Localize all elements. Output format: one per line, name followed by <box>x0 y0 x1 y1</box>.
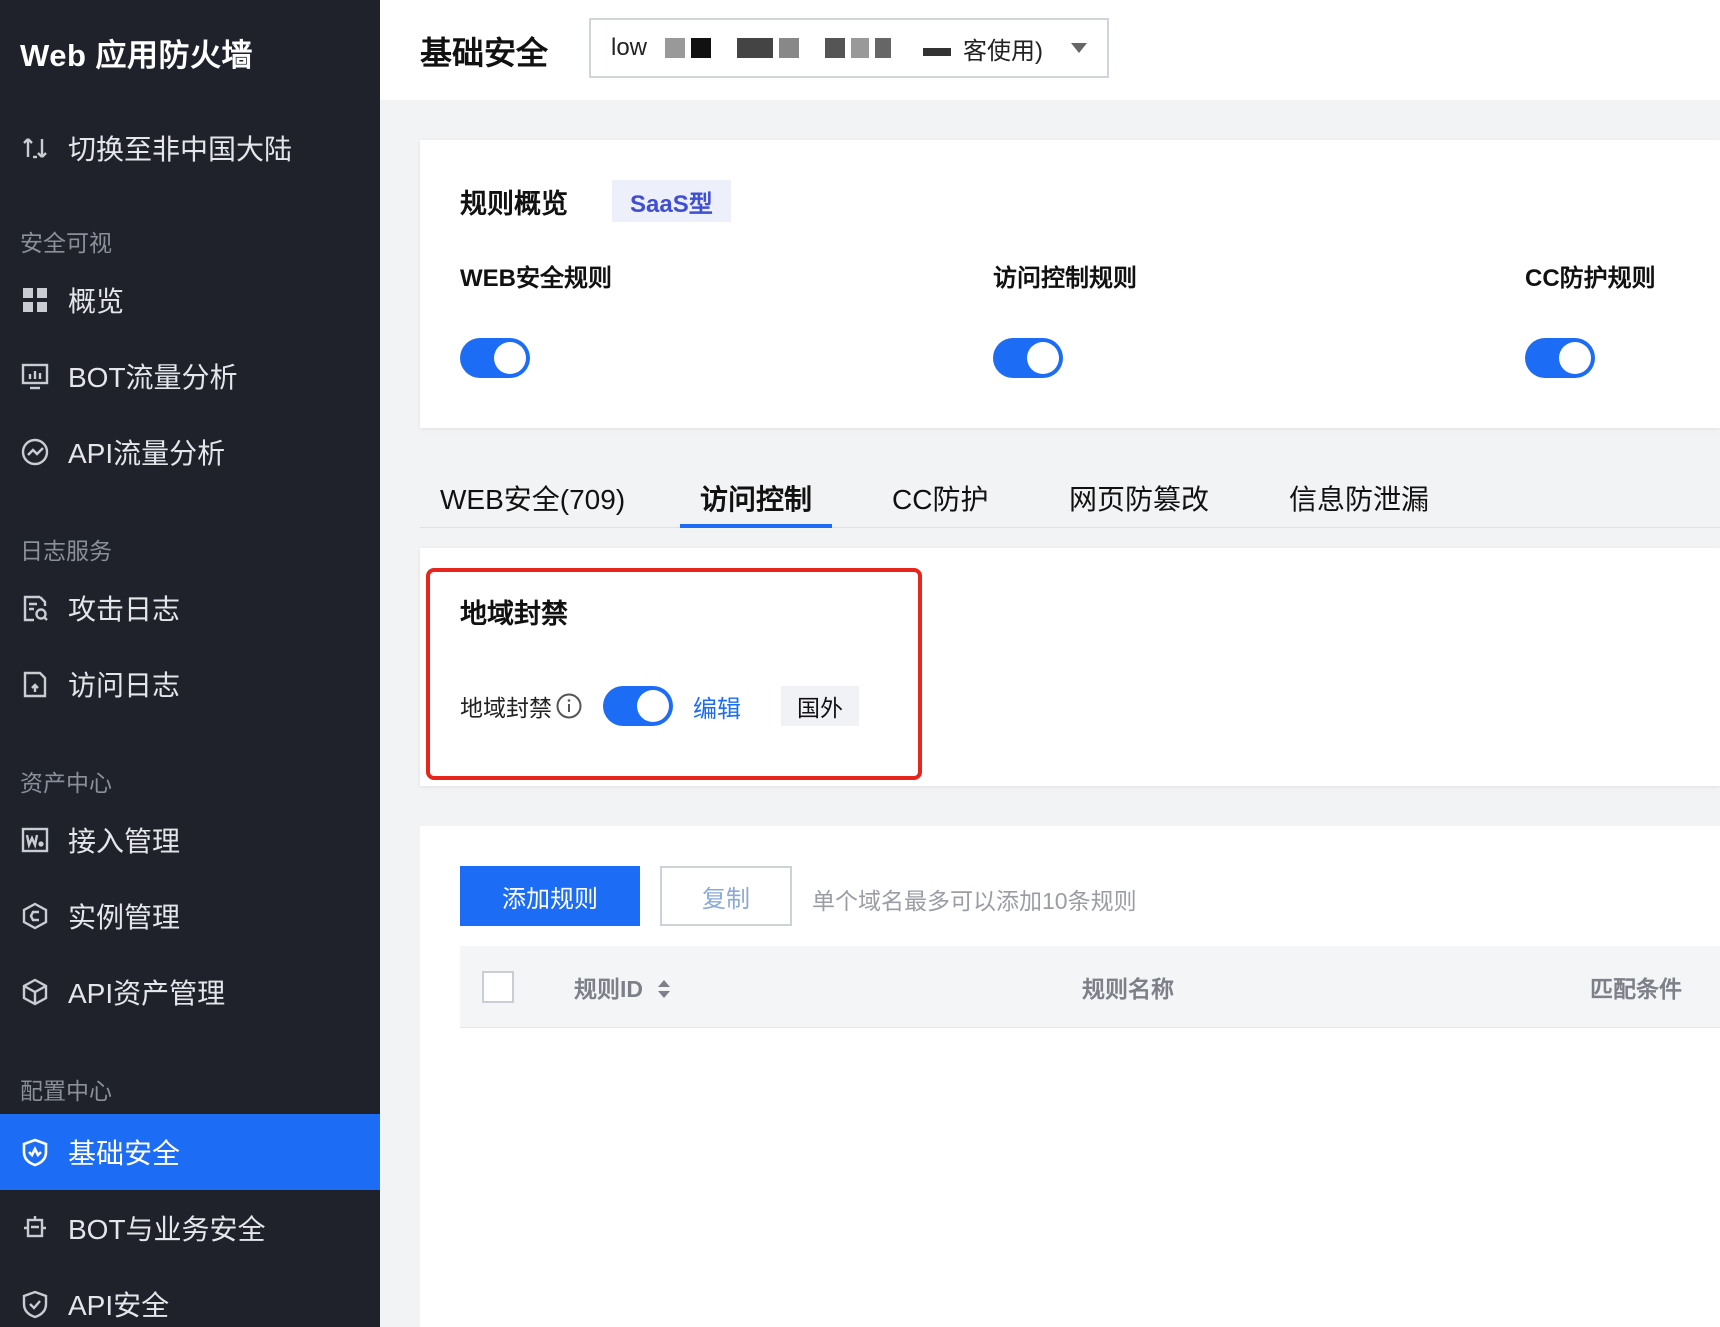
sidebar-item-label: BOT与业务安全 <box>68 1214 266 1245</box>
sidebar-item-label: 接入管理 <box>68 826 181 857</box>
sidebar-item-api-security[interactable]: API安全 <box>0 1266 380 1327</box>
cc-protection-toggle[interactable] <box>1525 338 1595 378</box>
sidebar-item-api-traffic[interactable]: API流量分析 <box>0 414 380 490</box>
top-header: 基础安全 low 客使用) <box>380 0 1720 100</box>
group-title-logs: 日志服务 <box>20 538 112 564</box>
switch-region-label: 切换至非中国大陆 <box>68 134 293 165</box>
switch-icon <box>20 133 50 163</box>
monitor-chart-icon <box>20 361 50 391</box>
sidebar-item-label: 概览 <box>68 286 125 317</box>
toggle-knob <box>494 342 526 374</box>
shield-pulse-icon <box>20 1137 50 1167</box>
rules-table-card: 添加规则 复制 单个域名最多可以添加10条规则 规则ID 规则名称 匹配条件 <box>420 826 1720 1327</box>
access-log-icon <box>20 669 50 699</box>
trend-circle-icon <box>20 437 50 467</box>
sidebar-item-label: API资产管理 <box>68 978 226 1009</box>
instance-select[interactable]: low 客使用) <box>589 18 1109 78</box>
sidebar-item-bot-traffic[interactable]: BOT流量分析 <box>0 338 380 414</box>
attack-log-icon <box>20 593 50 623</box>
sidebar-item-basic-security[interactable]: 基础安全 <box>0 1114 380 1190</box>
group-title-config: 配置中心 <box>20 1078 112 1104</box>
rule-access-control: 访问控制规则 <box>993 258 1137 378</box>
copy-button[interactable]: 复制 <box>660 866 792 926</box>
sidebar-item-label: BOT流量分析 <box>68 362 238 393</box>
column-label: 规则ID <box>574 976 643 1002</box>
rule-web-security: WEB安全规则 <box>460 258 612 378</box>
rule-overview-card: 规则概览 SaaS型 WEB安全规则 访问控制规则 CC防护规则 <box>420 140 1720 428</box>
page-title: 基础安全 <box>420 35 549 71</box>
select-all-checkbox[interactable] <box>482 971 514 1003</box>
rule-label: CC防护规则 <box>1525 265 1656 292</box>
table-header: 规则ID 规则名称 匹配条件 <box>460 946 1720 1028</box>
sidebar-item-label: 攻击日志 <box>68 594 181 625</box>
rule-label: 访问控制规则 <box>993 265 1137 292</box>
highlight-box <box>426 568 922 780</box>
column-header-match-condition: 匹配条件 <box>1590 976 1682 1002</box>
tab-access-control[interactable]: 访问控制 <box>700 478 812 518</box>
switch-region-link[interactable]: 切换至非中国大陆 <box>20 128 292 168</box>
sort-icon <box>658 980 670 998</box>
rule-label: WEB安全规则 <box>460 265 612 292</box>
cube-icon <box>20 977 50 1007</box>
sidebar-item-label: 基础安全 <box>68 1138 181 1169</box>
brand-title: Web 应用防火墙 <box>20 38 253 73</box>
rule-tabs: WEB安全(709) 访问控制 CC防护 网页防篡改 信息防泄漏 <box>420 468 1720 528</box>
grid-icon <box>20 285 50 315</box>
group-title-visual: 安全可视 <box>20 230 112 256</box>
bot-chip-icon <box>20 1213 50 1243</box>
tab-cc-protection[interactable]: CC防护 <box>892 478 988 518</box>
tab-anti-tamper[interactable]: 网页防篡改 <box>1069 478 1209 518</box>
sidebar-item-api-assets[interactable]: API资产管理 <box>0 954 380 1030</box>
saas-badge: SaaS型 <box>612 180 731 222</box>
web-access-icon <box>20 825 50 855</box>
column-header-rule-id[interactable]: 规则ID <box>574 970 671 1004</box>
web-security-toggle[interactable] <box>460 338 530 378</box>
sidebar-item-label: API安全 <box>68 1290 170 1321</box>
column-header-rule-name: 规则名称 <box>1082 976 1174 1002</box>
sidebar-item-instance-management[interactable]: 实例管理 <box>0 878 380 954</box>
toggle-knob <box>1027 342 1059 374</box>
instance-prefix: low <box>611 34 648 61</box>
access-control-toggle[interactable] <box>993 338 1063 378</box>
active-tab-indicator <box>680 524 832 528</box>
masked-instance-id <box>665 38 952 58</box>
sidebar-item-access-log[interactable]: 访问日志 <box>0 646 380 722</box>
overview-title: 规则概览 <box>460 189 568 219</box>
tab-web-security[interactable]: WEB安全(709) <box>440 478 625 518</box>
rule-limit-hint: 单个域名最多可以添加10条规则 <box>812 888 1137 914</box>
sidebar-item-attack-log[interactable]: 攻击日志 <box>0 570 380 646</box>
group-title-assets: 资产中心 <box>20 770 112 796</box>
shield-check-icon <box>20 1289 50 1319</box>
add-rule-button[interactable]: 添加规则 <box>460 866 640 926</box>
sidebar-item-access-management[interactable]: 接入管理 <box>0 802 380 878</box>
tab-anti-leak[interactable]: 信息防泄漏 <box>1289 478 1429 518</box>
chevron-down-icon <box>1071 43 1087 53</box>
sidebar: Web 应用防火墙 切换至非中国大陆 安全可视 概览 BOT流量分析 API流量… <box>0 0 380 1327</box>
instance-suffix: 客使用) <box>963 37 1044 65</box>
sidebar-item-label: 实例管理 <box>68 902 181 933</box>
rule-cc-protection: CC防护规则 <box>1525 258 1656 378</box>
sidebar-item-overview[interactable]: 概览 <box>0 262 380 338</box>
instance-icon <box>20 901 50 931</box>
sidebar-item-bot-business-security[interactable]: BOT与业务安全 <box>0 1190 380 1266</box>
sidebar-item-label: API流量分析 <box>68 438 226 469</box>
toggle-knob <box>1559 342 1591 374</box>
sidebar-item-label: 访问日志 <box>68 670 181 701</box>
